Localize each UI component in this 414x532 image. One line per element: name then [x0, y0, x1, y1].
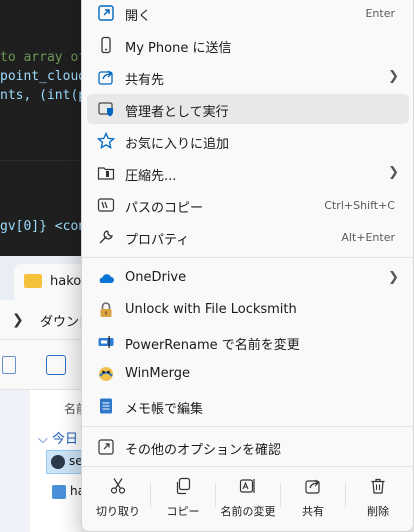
copy-label: コピー: [166, 505, 200, 518]
menu-item-run-as-admin[interactable]: 管理者として実行: [87, 94, 409, 124]
editor-divider: [0, 160, 90, 161]
quick-actions-bar: 切り取り コピー 名前の変更 共有 削除: [86, 467, 409, 525]
menu-item-copy-path[interactable]: パスのコピー Ctrl+Shift+C: [87, 190, 409, 220]
lock-icon: [100, 302, 112, 317]
image-file-icon: [52, 485, 66, 499]
code-line: point_cloud: [0, 69, 87, 84]
rename-label: 名前の変更: [220, 505, 276, 518]
menu-item-send-to-phone[interactable]: My Phone に送信: [87, 30, 409, 60]
menu-item-share-to[interactable]: 共有先 ❯: [87, 62, 409, 92]
menu-item-compress-to[interactable]: 圧縮先... ❯: [87, 158, 409, 188]
cut-icon: [110, 478, 126, 494]
code-line: gv[0]} <con: [0, 219, 87, 234]
menu-item-edit-notepad[interactable]: メモ帳で編集: [87, 391, 409, 421]
copy-path-icon: [97, 198, 115, 212]
menu-item-powerrename[interactable]: PowerRename で名前を変更: [87, 327, 409, 357]
zip-folder-icon: [97, 167, 115, 180]
cut-button[interactable]: 切り取り: [86, 471, 150, 521]
menu-item-label: その他のオプションを確認: [125, 443, 282, 458]
menu-item-label: 管理者として実行: [125, 105, 229, 120]
code-line: nts, (int(p: [0, 88, 87, 103]
delete-icon: [371, 478, 385, 494]
chevron-right-icon: ❯: [388, 69, 399, 84]
menu-item-more-options[interactable]: その他のオプションを確認: [87, 432, 409, 462]
menu-item-winmerge[interactable]: WinMerge: [87, 359, 409, 389]
rename-button[interactable]: 名前の変更: [216, 471, 280, 521]
onedrive-icon: [99, 274, 114, 283]
menu-item-open[interactable]: 開く Enter: [87, 0, 409, 28]
share-to-icon: [98, 70, 113, 85]
menu-item-label: 共有先: [125, 73, 165, 88]
menu-item-label: OneDrive: [125, 270, 187, 285]
menu-item-shortcut: Enter: [365, 7, 395, 20]
menu-separator: [82, 257, 413, 258]
chevron-right-icon: ❯: [388, 165, 399, 180]
copy-button[interactable]: コピー: [151, 471, 215, 521]
wrench-icon: [99, 230, 113, 244]
menu-item-shortcut: Alt+Enter: [341, 231, 395, 244]
menu-item-label: お気に入りに追加: [125, 137, 230, 152]
rename-icon: [239, 479, 255, 493]
menu-item-properties[interactable]: プロパティ Alt+Enter: [87, 222, 409, 252]
group-header-today[interactable]: ⌵ 今日: [38, 428, 78, 447]
more-options-icon: [98, 439, 114, 455]
menu-item-label: 圧縮先...: [125, 169, 177, 184]
context-menu: 開く Enter My Phone に送信 共有先 ❯ 管理者として実行 お気に…: [81, 0, 414, 532]
star-icon: [97, 132, 115, 150]
winmerge-icon: [99, 367, 113, 381]
share-button[interactable]: 共有: [281, 471, 345, 521]
menu-item-label: パスのコピー: [125, 201, 204, 216]
folder-icon: [24, 274, 42, 288]
menu-item-label: PowerRename で名前を変更: [125, 338, 300, 353]
file-icon: [51, 455, 65, 469]
menu-item-label: WinMerge: [125, 366, 190, 381]
menu-item-label: My Phone に送信: [125, 41, 232, 56]
notepad-icon: [100, 398, 112, 414]
menu-item-label: メモ帳で編集: [125, 402, 204, 417]
delete-button[interactable]: 削除: [346, 471, 410, 521]
share-icon: [305, 479, 320, 494]
menu-item-onedrive[interactable]: OneDrive ❯: [87, 263, 409, 293]
menu-item-label: Unlock with File Locksmith: [125, 302, 297, 317]
menu-separator: [82, 426, 413, 427]
chevron-right-icon: ❯: [388, 270, 399, 285]
phone-icon: [101, 36, 111, 54]
chevron-right-icon: ❯: [12, 312, 24, 328]
menu-item-label: プロパティ: [125, 233, 190, 248]
shield-icon: [98, 102, 113, 117]
copy-icon: [176, 477, 191, 495]
menu-item-label: 開く: [125, 9, 152, 24]
code-line: to array of: [0, 50, 87, 65]
document-icon[interactable]: [2, 356, 16, 374]
delete-label: 削除: [367, 505, 389, 518]
powerrename-icon: [98, 336, 114, 348]
menu-item-file-locksmith[interactable]: Unlock with File Locksmith: [87, 295, 409, 325]
open-icon: [98, 5, 114, 21]
menu-item-shortcut: Ctrl+Shift+C: [324, 199, 395, 212]
cut-label: 切り取り: [96, 505, 140, 518]
explorer-sidebar: [0, 390, 28, 532]
rename-icon[interactable]: [46, 355, 66, 375]
share-label: 共有: [302, 505, 324, 518]
menu-item-add-favorite[interactable]: お気に入りに追加: [87, 126, 409, 156]
